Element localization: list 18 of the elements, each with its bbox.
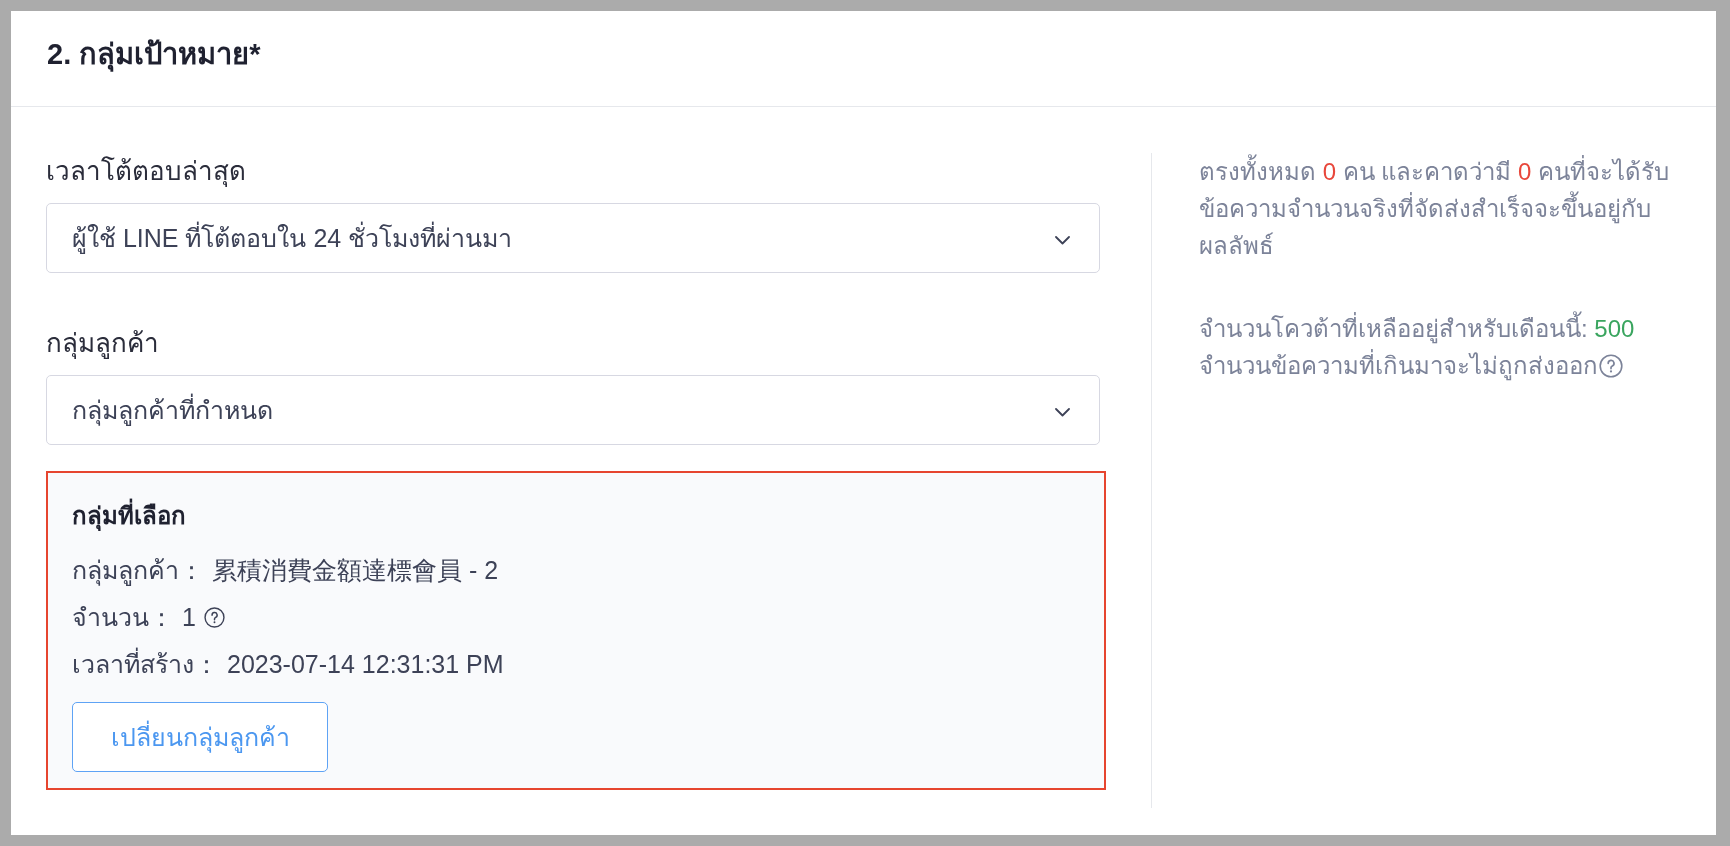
section-title: 2. กลุ่มเป้าหมาย* [47,36,261,73]
field-label: กลุ่มลูกค้า [46,327,160,359]
chevron-down-icon [1055,407,1070,417]
detail-label: จำนวน： [72,602,174,633]
quota-text: จำนวนโควต้าที่เหลืออยู่สำหรับเดือนนี้: 500 [1199,310,1674,347]
panel-title: กลุ่มที่เลือก [72,499,186,533]
dropdown[interactable]: ผู้ใช้ LINE ที่โต้ตอบใน 24 ชั่วโมงที่ผ่านมา [46,203,1100,273]
help-icon[interactable] [203,606,225,628]
detail-value: 1 [182,602,196,633]
audience-summary: ตรงทั้งหมด 0 คน และคาดว่ามี 0 คนที่จะได้รับข้อความจำนวนจริงที่จัดส่งสำเร็จจะขึ้นอยู่กับผลลัพธ์ [1199,153,1674,264]
field-label: เวลาโต้ตอบล่าสุด [46,155,247,187]
detail-value: 累積消費金額達標會員 - 2 [212,555,499,586]
note-text: จำนวนข้อความที่เกินมาจะไม่ถูกส่งออก [1199,347,1598,384]
chevron-down-icon [1055,235,1070,245]
detail-value: 2023-07-14 12:31:31 PM [227,649,504,680]
dropdown[interactable]: กลุ่มลูกค้าที่กำหนด [46,375,1100,445]
detail-label: เวลาที่สร้าง： [72,647,219,681]
detail-label: กลุ่มลูกค้า： [72,555,204,587]
